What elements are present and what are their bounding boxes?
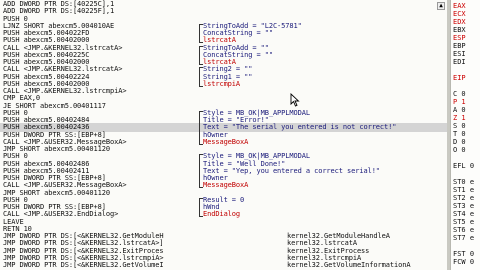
disasm-row[interactable]: JMP DWORD PTR DS:[<&KERNEL32.GetVolumeI k… — [0, 261, 447, 270]
register-label[interactable]: EIP — [453, 74, 466, 83]
disassembly-pane[interactable]: ADD DWORD PTR DS:[40225C],1 ADD DWORD PTR… — [0, 0, 447, 270]
disasm-api-target: kernel32.GetVolumeInformationA — [287, 261, 411, 269]
call-argument-bracket — [199, 67, 203, 87]
call-argument-bracket — [199, 154, 203, 189]
disasm-instruction: JMP DWORD PTR DS:[<&KERNEL32.GetVolumeI — [3, 261, 164, 269]
scroll-up-arrow-icon[interactable]: ▲ — [437, 2, 445, 10]
register-label[interactable]: FCW 0 — [453, 258, 474, 267]
register-label[interactable]: EDI — [453, 58, 466, 67]
registers-pane[interactable]: EAX ECX EDX EBX ESP EBP ESI EDI EIP C 0P 1A 0Z 1S… — [450, 0, 480, 270]
call-argument-bracket — [199, 110, 203, 145]
call-argument-bracket — [199, 197, 203, 218]
register-label[interactable]: EFL 0 — [453, 162, 474, 171]
register-label[interactable]: O 0 — [453, 146, 466, 155]
register-label[interactable]: ST7 e — [453, 234, 474, 243]
call-argument-bracket — [199, 45, 203, 65]
mouse-cursor-icon — [290, 93, 300, 107]
call-argument-bracket — [199, 23, 203, 44]
